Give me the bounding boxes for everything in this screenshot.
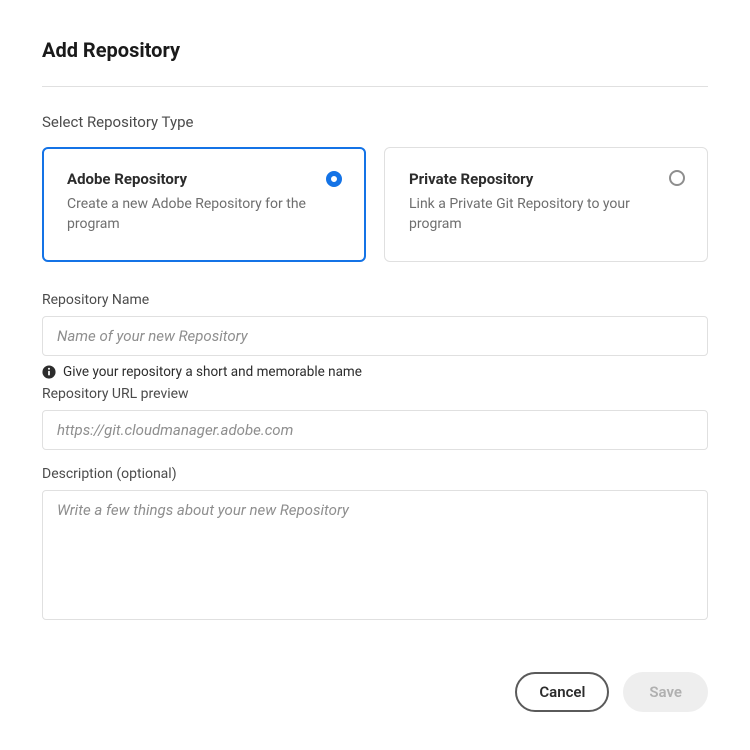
repository-name-hint: Give your repository a short and memorab… xyxy=(63,364,362,380)
repository-name-field: Repository Name Give your repository a s… xyxy=(42,292,708,380)
repository-name-hint-row: Give your repository a short and memorab… xyxy=(42,364,708,380)
repository-name-label: Repository Name xyxy=(42,292,708,308)
adobe-repository-option[interactable]: Adobe Repository Create a new Adobe Repo… xyxy=(42,147,366,262)
description-input[interactable] xyxy=(42,490,708,620)
repository-url-field: Repository URL preview xyxy=(42,386,708,450)
dialog-footer: Cancel Save xyxy=(42,672,708,712)
adobe-option-title: Adobe Repository xyxy=(67,170,341,188)
cancel-button[interactable]: Cancel xyxy=(515,672,609,712)
adobe-option-desc: Create a new Adobe Repository for the pr… xyxy=(67,194,341,235)
private-repository-option[interactable]: Private Repository Link a Private Git Re… xyxy=(384,147,708,262)
save-button[interactable]: Save xyxy=(623,672,708,712)
repository-url-input[interactable] xyxy=(42,410,708,450)
radio-unselected-icon xyxy=(669,170,685,186)
radio-selected-icon xyxy=(326,171,342,187)
repository-type-options: Adobe Repository Create a new Adobe Repo… xyxy=(42,147,708,262)
repository-type-label: Select Repository Type xyxy=(42,113,708,131)
info-icon xyxy=(42,365,56,379)
add-repository-dialog: Add Repository Select Repository Type Ad… xyxy=(0,0,750,750)
private-option-title: Private Repository xyxy=(409,170,683,188)
private-option-desc: Link a Private Git Repository to your pr… xyxy=(409,194,683,235)
dialog-title: Add Repository xyxy=(42,38,708,62)
description-label: Description (optional) xyxy=(42,466,708,482)
divider xyxy=(42,86,708,87)
repository-url-label: Repository URL preview xyxy=(42,386,708,402)
repository-name-input[interactable] xyxy=(42,316,708,356)
description-field: Description (optional) xyxy=(42,466,708,624)
